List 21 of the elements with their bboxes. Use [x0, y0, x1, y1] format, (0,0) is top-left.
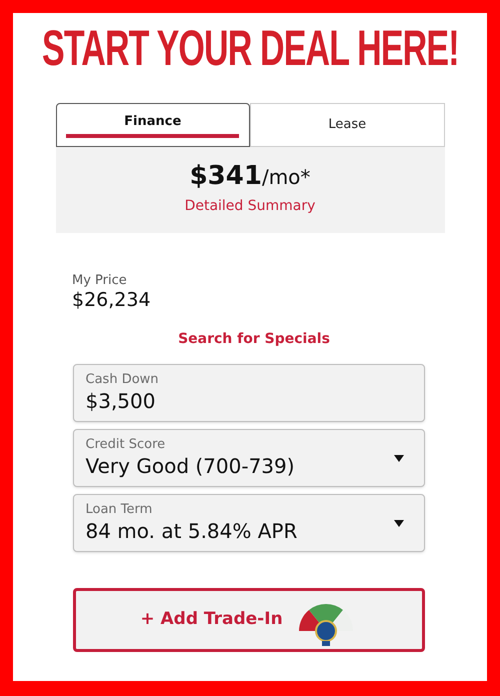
detailed-summary-link[interactable]: Detailed Summary [184, 196, 316, 217]
search-specials-link[interactable]: Search for Specials [178, 329, 330, 350]
field-value: Very Good (700-739) [86, 454, 296, 479]
field-label: Loan Term [86, 502, 154, 519]
input-field[interactable]: Cash Down $3,500 [72, 364, 424, 422]
add-trade-in-button[interactable]: + Add Trade-In [72, 588, 424, 652]
field-label: Cash Down [86, 372, 160, 389]
field-value: 84 mo. at 5.84% APR [86, 518, 298, 544]
tab[interactable]: Finance [56, 103, 250, 147]
dropdown-caret-icon [394, 454, 404, 462]
price-label: My Price [72, 273, 128, 290]
monthly-payment: $341 [190, 160, 262, 193]
field-label: Credit Score [86, 437, 166, 454]
payment-unit: /mo* [262, 164, 310, 191]
tab[interactable]: Lease [250, 103, 444, 147]
select-field[interactable]: Loan Term 84 mo. at 5.84% APR [72, 494, 424, 552]
page-title: START YOUR DEAL HERE! [42, 23, 458, 73]
price-value: $26,234 [72, 289, 152, 313]
dropdown-caret-icon [394, 520, 404, 526]
field-value: $3,500 [86, 388, 156, 414]
select-field[interactable]: Credit Score Very Good (700-739) [72, 429, 424, 487]
